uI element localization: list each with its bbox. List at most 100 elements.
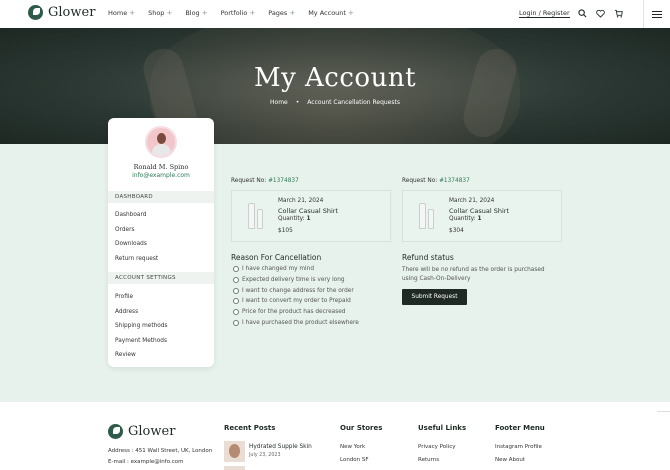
breadcrumb-separator: • [295,99,300,106]
radio-button[interactable] [233,320,239,326]
footer-address: Address : 451 Wall Street, UK, London [108,448,213,454]
dashboard-section-heading: DASHBOARD [108,191,214,203]
main-content [0,144,670,402]
radio-button[interactable] [233,266,239,272]
nav-label: Blog [185,9,200,17]
request-date: March 21, 2024 [449,198,495,204]
reason-option[interactable]: I have changed my mind [233,266,314,272]
reason-option[interactable]: I have purchased the product elsewhere [233,320,359,326]
footer-email: E-mail : example@info.com [108,459,184,465]
sidebar-item-orders[interactable]: Orders [115,227,135,233]
request-price: $304 [449,228,464,234]
footer-brand-name: Glower [128,424,176,439]
breadcrumb-current: Account Cancellation Requests [307,99,400,106]
plus-icon: + [289,9,296,17]
reason-option[interactable]: Expected delivery time is very long [233,277,345,283]
profile-name: Ronald M. Spino [133,163,189,171]
breadcrumb: Home • Account Cancellation Requests [0,99,670,106]
sidebar-item-downloads[interactable]: Downloads [115,241,147,247]
request-label-text: Request No: [231,178,267,184]
cart-icon[interactable] [613,9,623,19]
reason-option[interactable]: I want to convert my order to Prepaid [233,298,351,304]
submit-request-button[interactable]: Submit Request [402,289,467,305]
profile-email[interactable]: info@example.com [108,172,214,179]
plus-icon: + [249,9,256,17]
sidebar-item-return-request[interactable]: Return request [115,256,158,262]
site-header: Glower Home + Shop + Blog + Portfolio + Page… [0,0,670,28]
nav-item-pages[interactable]: Pages + [268,9,295,17]
account-sidebar: Ronald M. Spino info@example.com DASHBOA… [108,118,214,367]
post-title[interactable]: Hydrated Supple Skin [249,444,312,450]
reason-label: Expected delivery time is very long [242,277,345,283]
footer-link-store[interactable]: New York [340,444,365,450]
sidebar-item-profile[interactable]: Profile [115,294,133,300]
nav-label: Shop [148,9,165,17]
page-title: My Account [253,63,417,93]
request-number[interactable]: #1374837 [268,178,299,184]
nav-item-portfolio[interactable]: Portfolio + [221,9,256,17]
sidebar-item-review[interactable]: Review [115,352,136,358]
footer-link-about[interactable]: New About [495,457,525,463]
brand-name: Glower [48,5,96,20]
leaf-logo-icon [108,424,123,439]
leaf-logo-icon [28,5,43,20]
plus-icon: + [129,9,136,17]
nav-item-my-account[interactable]: My Account + [308,9,354,17]
nav-item-blog[interactable]: Blog + [185,9,207,17]
sidebar-item-address[interactable]: Address [115,309,138,315]
nav-label: Pages [268,9,288,17]
nav-item-shop[interactable]: Shop + [148,9,172,17]
reason-label: I have purchased the product elsewhere [242,320,359,326]
hero-banner: My Account Home • Account Cancellation R… [0,28,670,144]
request-card: March 21, 2024 Collar Casual Shirt Quant… [402,190,562,242]
product-bottle-image [248,203,255,229]
reason-label: I have changed my mind [242,266,315,272]
refund-status-text: There will be no refund as the order is … [402,267,545,282]
footer-logo[interactable]: Glower [108,424,175,439]
nav-item-home[interactable]: Home + [108,9,135,17]
reason-option[interactable]: I want to change address for the order [233,288,354,294]
reason-label: I want to change address for the order [242,288,354,294]
footer-link-store[interactable]: London SF [340,457,369,463]
plus-icon: + [166,9,173,17]
product-bottle-image [428,209,434,229]
quantity-value: 1 [477,216,482,222]
post-date: July 23, 2023 [249,453,281,458]
account-settings-section-heading: ACCOUNT SETTINGS [108,272,214,284]
product-bottle-image [257,209,263,229]
post-thumbnail[interactable] [224,466,245,470]
main-nav: Home + Shop + Blog + Portfolio + Pages + My A… [108,9,354,17]
reason-heading: Reason For Cancellation [231,253,322,262]
search-icon[interactable] [577,9,587,19]
footer-link-privacy-policy[interactable]: Privacy Policy [418,444,455,450]
radio-button[interactable] [233,309,239,315]
request-number[interactable]: #1374837 [439,178,470,184]
quantity-value: 1 [306,216,311,222]
sidebar-item-shipping-methods[interactable]: Shipping methods [115,323,168,329]
plus-icon: + [201,9,208,17]
radio-button[interactable] [233,277,239,283]
request-label-text: Request No: [402,178,438,184]
request-quantity: Quantity: 1 [449,216,481,222]
footer-link-returns[interactable]: Returns [418,457,439,463]
request-number-label: Request No: #1374837 [231,178,299,184]
sidebar-item-payment-methods[interactable]: Payment Methods [115,338,167,344]
request-product-name[interactable]: Collar Casual Shirt [278,207,338,215]
request-product-name[interactable]: Collar Casual Shirt [449,207,509,215]
radio-button[interactable] [233,298,239,304]
radio-button[interactable] [233,288,239,294]
brand-logo[interactable]: Glower [28,5,95,20]
post-thumbnail[interactable] [224,441,245,462]
nav-label: Portfolio [220,9,248,17]
reason-option[interactable]: Price for the product has decreased [233,309,345,315]
login-register-link[interactable]: Login / Register [519,10,570,18]
sidebar-item-dashboard[interactable]: Dashboard [115,212,146,218]
menu-icon[interactable] [643,0,670,28]
heart-icon[interactable] [595,9,605,19]
footer-link-instagram[interactable]: Instagram Profile [495,444,542,450]
refund-status-heading: Refund status [402,253,454,262]
breadcrumb-home[interactable]: Home [270,99,288,106]
nav-label: Home [108,9,128,17]
reason-label: Price for the product has decreased [242,309,346,315]
request-card: March 21, 2024 Collar Casual Shirt Quant… [231,190,391,242]
